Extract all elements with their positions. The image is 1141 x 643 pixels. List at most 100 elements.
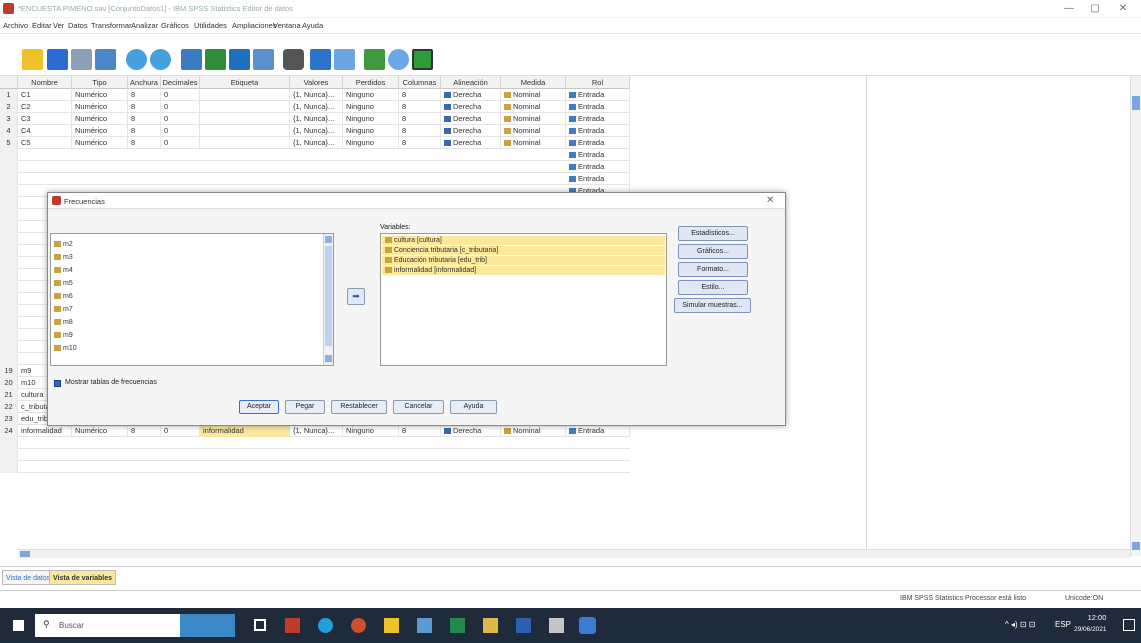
cell-role[interactable]: Entrada xyxy=(566,113,630,125)
store-icon[interactable] xyxy=(417,618,432,633)
row-number[interactable] xyxy=(0,461,18,473)
cell-measure[interactable]: Nominal xyxy=(501,425,566,437)
cell-role[interactable]: Entrada xyxy=(566,137,630,149)
minimize-icon[interactable]: — xyxy=(1059,2,1079,16)
document-icon[interactable] xyxy=(549,618,564,633)
variables-icon[interactable] xyxy=(229,49,250,70)
reset-button[interactable]: Restablecer xyxy=(331,400,387,414)
print-icon[interactable] xyxy=(71,49,92,70)
selected-variable-item[interactable]: Conciencia tributaria [c_tributaria] xyxy=(382,246,665,255)
cell-missing[interactable]: Ninguno xyxy=(343,113,399,125)
cell-width[interactable]: 8 xyxy=(128,89,161,101)
cell-role[interactable]: Entrada xyxy=(566,125,630,137)
row-number[interactable] xyxy=(0,281,18,293)
cell-measure[interactable]: Nominal xyxy=(501,113,566,125)
cell-cols[interactable]: 8 xyxy=(399,113,441,125)
language-indicator[interactable]: ESP xyxy=(1055,620,1071,629)
source-variable-item[interactable]: m7 xyxy=(54,305,73,314)
source-variable-item[interactable]: m2 xyxy=(54,240,73,249)
cell-values[interactable]: {1, Nunca}... xyxy=(290,101,343,113)
row-number[interactable]: 3 xyxy=(0,113,18,125)
cell-type[interactable]: Numérico xyxy=(72,113,128,125)
task-view-icon[interactable] xyxy=(254,619,266,631)
goto-case-icon[interactable] xyxy=(181,49,202,70)
cell-values[interactable]: {1, Nunca}... xyxy=(290,425,343,437)
tab-variable-view[interactable]: Vista de variables xyxy=(49,570,117,585)
cell-name[interactable]: informalidad xyxy=(18,425,72,437)
run-descriptives-icon[interactable] xyxy=(253,49,274,70)
cell-values[interactable]: {1, Nunca}... xyxy=(290,137,343,149)
row-number[interactable] xyxy=(0,233,18,245)
cell-role[interactable]: Entrada xyxy=(566,89,630,101)
target-variable-list[interactable]: cultura [cultura] Conciencia tributaria [… xyxy=(380,233,667,366)
cell-type[interactable]: Numérico xyxy=(72,101,128,113)
cell-type[interactable]: Numérico xyxy=(72,137,128,149)
cell-width[interactable]: 8 xyxy=(128,425,161,437)
cell-dec[interactable]: 0 xyxy=(161,101,200,113)
cell-dec[interactable]: 0 xyxy=(161,137,200,149)
charts-button[interactable]: Gráficos... xyxy=(678,244,748,259)
cell-values[interactable]: {1, Nunca}... xyxy=(290,113,343,125)
cell-type[interactable]: Numérico xyxy=(72,125,128,137)
source-variable-item[interactable]: m10 xyxy=(54,344,77,353)
cell-label[interactable] xyxy=(200,137,290,149)
notifications-icon[interactable] xyxy=(1123,619,1135,631)
column-header-type[interactable]: Tipo xyxy=(72,76,128,89)
cell-missing[interactable]: Ninguno xyxy=(343,89,399,101)
menu-8[interactable]: Ampliaciones xyxy=(232,21,277,30)
row-number[interactable] xyxy=(0,245,18,257)
row-number[interactable] xyxy=(0,329,18,341)
cell-name[interactable]: C5 xyxy=(18,137,72,149)
cell-name[interactable]: C1 xyxy=(18,89,72,101)
cell-label[interactable] xyxy=(200,125,290,137)
row-number[interactable] xyxy=(0,293,18,305)
file-explorer-icon[interactable] xyxy=(384,618,399,633)
row-number[interactable]: 23 xyxy=(0,413,18,425)
cell-values[interactable]: {1, Nunca}... xyxy=(290,125,343,137)
menu-10[interactable]: Ayuda xyxy=(302,21,323,30)
column-header-cols[interactable]: Columnas xyxy=(399,76,441,89)
spss-taskbar-icon[interactable] xyxy=(285,618,300,633)
cell-width[interactable]: 8 xyxy=(128,137,161,149)
scroll-left-icon[interactable] xyxy=(20,551,30,557)
row-number[interactable]: 1 xyxy=(0,89,18,101)
cell-align[interactable]: Derecha xyxy=(441,101,501,113)
cell-label[interactable] xyxy=(200,101,290,113)
scroll-up-icon[interactable] xyxy=(325,236,332,243)
source-list-scrollbar[interactable] xyxy=(323,234,333,365)
row-number[interactable] xyxy=(0,353,18,365)
menu-4[interactable]: Transformar xyxy=(91,21,132,30)
cell-name[interactable]: C3 xyxy=(18,113,72,125)
system-tray-icons[interactable]: ^ ◂) ⊡ ⊡ xyxy=(1005,620,1036,629)
cell-measure[interactable]: Nominal xyxy=(501,101,566,113)
clock-date[interactable]: 29/06/2021 xyxy=(1074,626,1107,633)
row-number[interactable]: 20 xyxy=(0,377,18,389)
source-variable-item[interactable]: m9 xyxy=(54,331,73,340)
weight-cases-icon[interactable] xyxy=(334,49,355,70)
row-number[interactable] xyxy=(0,341,18,353)
cell-cols[interactable]: 8 xyxy=(399,101,441,113)
source-variable-item[interactable]: m3 xyxy=(54,253,73,262)
cell-missing[interactable]: Ninguno xyxy=(343,425,399,437)
cell-type[interactable]: Numérico xyxy=(72,425,128,437)
tab-data-view[interactable]: Vista de datos xyxy=(2,570,55,585)
move-arrow-button[interactable]: ➡ xyxy=(347,288,365,305)
row-number[interactable] xyxy=(0,221,18,233)
cell-values[interactable]: {1, Nunca}... xyxy=(290,89,343,101)
menu-6[interactable]: Gráficos xyxy=(161,21,189,30)
row-number[interactable]: 24 xyxy=(0,425,18,437)
scroll-down-icon[interactable] xyxy=(1132,542,1140,550)
cell-dec[interactable]: 0 xyxy=(161,89,200,101)
column-header-measure[interactable]: Medida xyxy=(501,76,566,89)
row-number[interactable] xyxy=(0,305,18,317)
cell-measure[interactable]: Nominal xyxy=(501,125,566,137)
vertical-scrollbar[interactable] xyxy=(1130,76,1141,556)
cell-dec[interactable]: 0 xyxy=(161,125,200,137)
cell-missing[interactable]: Ninguno xyxy=(343,101,399,113)
row-number[interactable] xyxy=(0,449,18,461)
cell-role[interactable]: Entrada xyxy=(566,161,630,173)
row-number[interactable] xyxy=(0,161,18,173)
recall-dialog-icon[interactable] xyxy=(95,49,116,70)
cell-type[interactable]: Numérico xyxy=(72,89,128,101)
windows-start-icon[interactable] xyxy=(13,620,24,631)
